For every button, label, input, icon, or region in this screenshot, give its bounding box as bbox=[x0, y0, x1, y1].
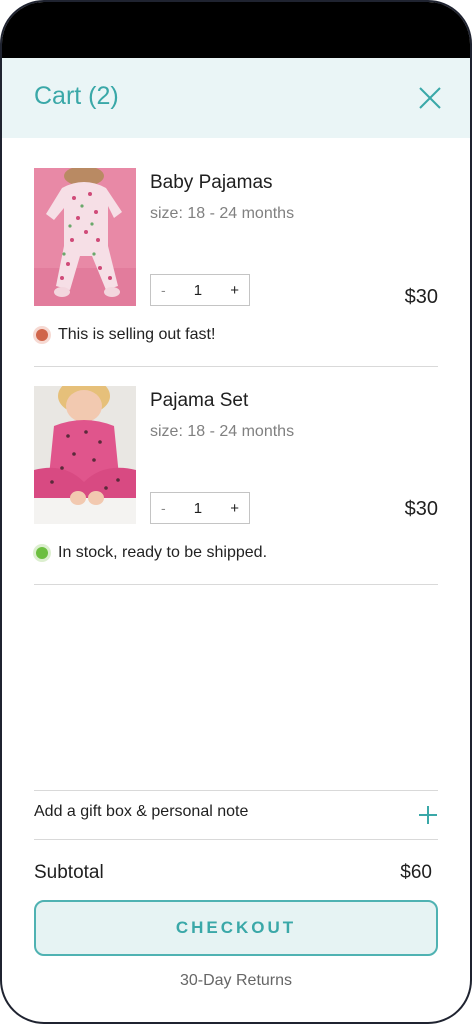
status-bar bbox=[2, 2, 470, 58]
subtotal-label: Subtotal bbox=[34, 862, 104, 883]
cart-item: Baby Pajamas size: 18 - 24 months - 1 + … bbox=[34, 168, 438, 348]
stock-status: In stock, ready to be shipped. bbox=[34, 542, 267, 564]
cart-header: Cart (2) bbox=[2, 58, 470, 138]
returns-note[interactable]: 30-Day Returns bbox=[2, 972, 470, 990]
stock-status: This is selling out fast! bbox=[34, 324, 215, 346]
cart-title: Cart (2) bbox=[34, 82, 119, 110]
product-size: size: 18 - 24 months bbox=[150, 423, 295, 440]
item-divider bbox=[34, 366, 438, 367]
phone-frame: Cart (2) Baby Pajamas size: 18 - 24 mont… bbox=[0, 0, 472, 1024]
status-dot-icon bbox=[36, 547, 48, 559]
decrement-button[interactable]: - bbox=[161, 500, 166, 516]
quantity-stepper: - 1 + bbox=[150, 274, 250, 306]
quantity-value[interactable]: 1 bbox=[194, 500, 202, 517]
subtotal-value: $60 bbox=[400, 862, 432, 883]
quantity-value[interactable]: 1 bbox=[194, 282, 202, 299]
quantity-stepper: - 1 + bbox=[150, 492, 250, 524]
product-price: $30 bbox=[404, 498, 438, 520]
status-text: This is selling out fast! bbox=[58, 326, 216, 343]
product-price: $30 bbox=[404, 286, 438, 308]
status-text: In stock, ready to be shipped. bbox=[58, 544, 268, 561]
status-dot-icon bbox=[36, 329, 48, 341]
close-icon[interactable] bbox=[416, 84, 444, 112]
product-name[interactable]: Baby Pajamas bbox=[150, 172, 273, 194]
gift-box-option[interactable]: Add a gift box & personal note bbox=[34, 790, 438, 840]
increment-button[interactable]: + bbox=[230, 500, 239, 517]
decrement-button[interactable]: - bbox=[161, 282, 166, 298]
gift-box-label: Add a gift box & personal note bbox=[34, 803, 249, 820]
product-name[interactable]: Pajama Set bbox=[150, 390, 248, 412]
product-image-pajama-set[interactable] bbox=[34, 386, 136, 524]
checkout-button[interactable]: CHECKOUT bbox=[34, 900, 438, 956]
increment-button[interactable]: + bbox=[230, 282, 239, 299]
cart-item: Pajama Set size: 18 - 24 months - 1 + $3… bbox=[34, 386, 438, 566]
plus-icon[interactable] bbox=[418, 805, 438, 825]
product-image-baby-pajamas[interactable] bbox=[34, 168, 136, 306]
item-divider bbox=[34, 584, 438, 585]
product-size: size: 18 - 24 months bbox=[150, 205, 295, 222]
